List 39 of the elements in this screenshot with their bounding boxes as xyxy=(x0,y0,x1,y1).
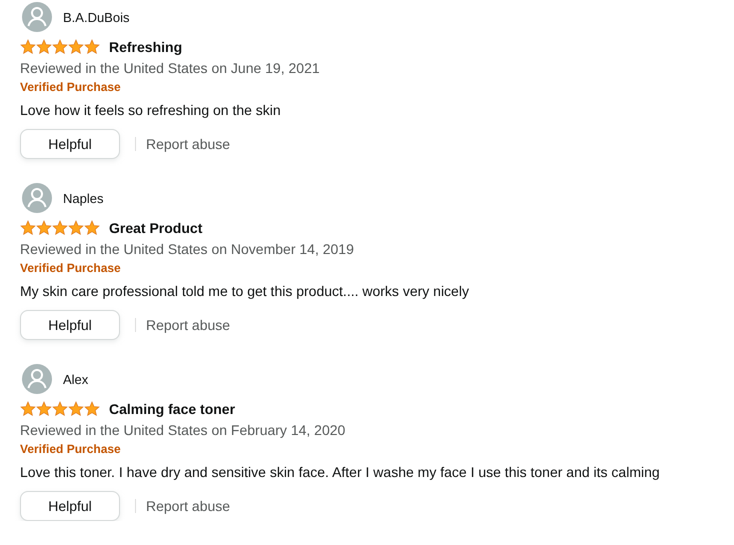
verified-purchase-label: Verified Purchase xyxy=(20,80,122,95)
review-date: Reviewed in the United States on November 14, 2019 xyxy=(20,240,355,258)
report-abuse-link[interactable]: Report abuse xyxy=(146,317,230,333)
star-icon xyxy=(84,220,100,236)
star-icon xyxy=(84,401,100,417)
review-date: Reviewed in the United States on June 19, 2021 xyxy=(20,59,321,77)
helpful-button[interactable]: Helpful xyxy=(20,129,120,159)
star-icon xyxy=(36,220,52,236)
reviewer-name: Alex xyxy=(63,372,88,386)
avatar-icon xyxy=(22,364,52,394)
review-title: Calming face toner xyxy=(109,401,236,417)
star-icon xyxy=(36,39,52,55)
helpful-button[interactable]: Helpful xyxy=(20,491,120,521)
star-icon xyxy=(36,401,52,417)
star-icon xyxy=(20,220,36,236)
star-icon xyxy=(68,401,84,417)
review-title: Great Product xyxy=(109,220,202,236)
review-text: Love this toner. I have dry and sensitive skin face. After I washe my face I use this toner and its calming xyxy=(20,463,661,481)
verified-purchase-label: Verified Purchase xyxy=(20,442,122,457)
review-date: Reviewed in the United States on February 14, 2020 xyxy=(20,421,346,439)
report-abuse-link[interactable]: Report abuse xyxy=(146,136,230,152)
reviewer-name: B.A.DuBois xyxy=(63,10,130,24)
star-icon xyxy=(68,39,84,55)
star-icon xyxy=(52,39,68,55)
review-text: Love how it feels so refreshing on the skin xyxy=(20,101,282,119)
star-icon xyxy=(84,39,100,55)
verified-purchase-label: Verified Purchase xyxy=(20,261,122,276)
avatar-icon xyxy=(22,2,52,32)
star-icon xyxy=(20,39,36,55)
review-text: My skin care professional told me to get this product.... works very nicely xyxy=(20,282,470,300)
star-icon xyxy=(68,220,84,236)
reviewer-name: Naples xyxy=(63,190,104,206)
star-icon xyxy=(52,401,68,417)
avatar-icon xyxy=(22,183,52,213)
star-icon xyxy=(20,401,36,417)
report-abuse-link[interactable]: Report abuse xyxy=(146,498,230,514)
star-icon xyxy=(52,220,68,236)
review-title: Refreshing xyxy=(109,39,182,55)
helpful-button[interactable]: Helpful xyxy=(20,310,120,340)
